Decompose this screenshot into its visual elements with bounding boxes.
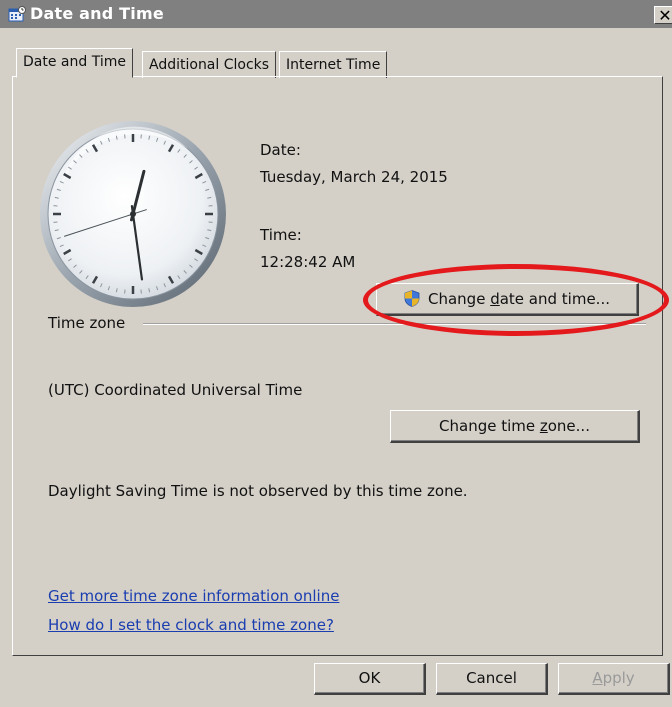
button-label-accesskey: z: [539, 417, 548, 435]
button-label-accesskey: d: [490, 290, 500, 308]
more-timezone-info-link[interactable]: Get more time zone information online: [48, 587, 339, 605]
button-label-suffix: ate and time...: [499, 290, 610, 308]
how-to-set-clock-link[interactable]: How do I set the clock and time zone?: [48, 616, 334, 634]
button-label-prefix: Change: [428, 290, 491, 308]
dst-note: Daylight Saving Time is not observed by …: [48, 482, 468, 500]
window-title: Date and Time: [30, 4, 164, 23]
ok-label: OK: [358, 669, 381, 687]
tab-additional-clocks[interactable]: Additional Clocks: [142, 51, 277, 78]
tab-label: Internet Time: [286, 57, 381, 73]
apply-accesskey: A: [592, 669, 603, 687]
date-label: Date:: [260, 141, 301, 159]
button-label-prefix: Change time: [439, 417, 540, 435]
clock-center: [130, 211, 136, 217]
cancel-button[interactable]: Cancel: [436, 663, 548, 695]
timezone-group-label: Time zone: [48, 314, 126, 332]
tab-label: Date and Time: [23, 54, 126, 70]
cancel-label: Cancel: [466, 669, 517, 687]
calendar-clock-icon: [8, 6, 26, 22]
analog-clock: [40, 121, 226, 307]
uac-shield-icon: [404, 290, 420, 307]
time-value: 12:28:42 AM: [260, 253, 356, 271]
apply-button[interactable]: Apply: [558, 663, 670, 695]
ok-button[interactable]: OK: [314, 663, 426, 695]
change-date-and-time-button[interactable]: Change date and time...: [376, 283, 639, 316]
tab-internet-time[interactable]: Internet Time: [279, 51, 388, 78]
time-label: Time:: [260, 226, 302, 244]
tab-date-and-time[interactable]: Date and Time: [16, 48, 133, 78]
tab-label: Additional Clocks: [149, 57, 270, 73]
button-label-suffix: one...: [547, 417, 590, 435]
close-icon: ✕: [658, 6, 672, 25]
change-time-zone-button[interactable]: Change time zone...: [390, 410, 640, 443]
title-bar: Date and Time ✕: [0, 0, 672, 28]
close-button[interactable]: ✕: [654, 6, 672, 25]
date-value: Tuesday, March 24, 2015: [260, 168, 448, 186]
apply-label: pply: [602, 669, 635, 687]
timezone-divider: [143, 323, 646, 325]
timezone-value: (UTC) Coordinated Universal Time: [48, 381, 303, 399]
